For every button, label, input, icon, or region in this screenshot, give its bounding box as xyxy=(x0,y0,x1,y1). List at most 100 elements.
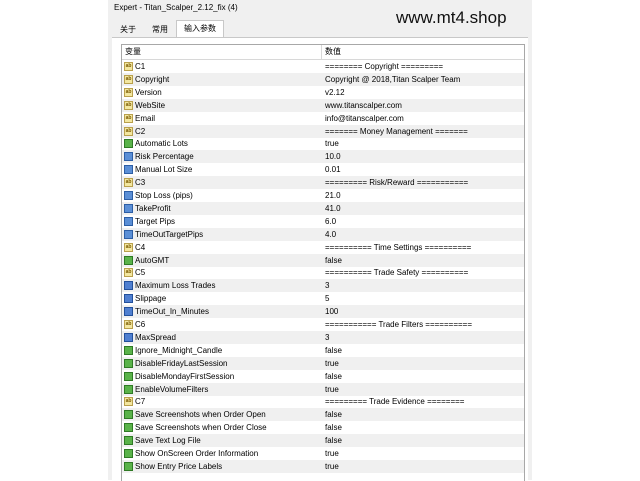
table-row[interactable]: TimeOut_In_Minutes 100 xyxy=(122,305,524,319)
table-row[interactable]: Slippage 5 xyxy=(122,292,524,305)
table-row[interactable]: Save Screenshots when Order Open false xyxy=(122,408,524,422)
string-icon: ab xyxy=(124,100,133,110)
table-row[interactable]: DisableMondayFirstSession false xyxy=(122,370,524,383)
parameter-name: Show OnScreen Order Information xyxy=(135,449,259,458)
tab-inputs[interactable]: 输入参数 xyxy=(176,20,224,38)
table-row[interactable]: Automatic Lots true xyxy=(122,137,524,150)
parameter-value[interactable]: 4.0 xyxy=(325,228,336,241)
table-row[interactable]: ab C4 ========== Time Settings ========== xyxy=(122,241,524,254)
parameter-name: TakeProfit xyxy=(135,203,171,213)
table-row[interactable]: Ignore_Midnight_Candle false xyxy=(122,344,524,357)
parameter-value[interactable]: Copyright @ 2018,Titan Scalper Team xyxy=(325,73,460,86)
table-row[interactable]: TakeProfit 41.0 xyxy=(122,201,524,215)
table-row[interactable]: Save Text Log File false xyxy=(122,434,524,448)
parameter-value[interactable]: 21.0 xyxy=(325,189,341,202)
parameter-value[interactable]: false xyxy=(325,344,342,357)
parameter-name: Risk Percentage xyxy=(135,152,194,162)
parameter-name: TimeOut_In_Minutes xyxy=(135,307,209,317)
parameter-value[interactable]: info@titanscalper.com xyxy=(325,112,404,125)
int-icon xyxy=(124,307,133,317)
table-row[interactable]: Stop Loss (pips) 21.0 xyxy=(122,189,524,202)
parameter-value[interactable]: ========== Trade Safety ========== xyxy=(325,266,468,279)
parameter-value[interactable]: ======= Money Management ======= xyxy=(325,125,468,138)
string-icon: ab xyxy=(124,126,133,136)
tab-about[interactable]: 关于 xyxy=(112,22,144,38)
string-icon: ab xyxy=(124,320,133,329)
table-row[interactable]: Save Screenshots when Order Close false xyxy=(122,421,524,434)
table-row[interactable]: TimeOutTargetPips 4.0 xyxy=(122,227,524,241)
table-row[interactable]: ab C5 ========== Trade Safety ========== xyxy=(122,266,524,279)
parameter-value[interactable]: www.titanscalper.com xyxy=(325,99,402,112)
table-row[interactable]: Manual Lot Size 0.01 xyxy=(122,163,524,176)
parameter-value[interactable]: 3 xyxy=(325,331,329,344)
parameter-value[interactable]: 10.0 xyxy=(325,150,341,163)
parameter-value[interactable]: true xyxy=(325,447,339,460)
bool-icon xyxy=(124,384,133,394)
double-icon xyxy=(124,216,133,226)
string-icon: ab xyxy=(124,62,133,71)
table-row[interactable]: Show Entry Price Labels true xyxy=(122,459,524,473)
parameter-value[interactable]: 0.01 xyxy=(325,163,341,176)
table-row[interactable]: MaxSpread 3 xyxy=(122,330,524,344)
table-row[interactable]: Risk Percentage 10.0 xyxy=(122,150,524,164)
table-row[interactable]: Target Pips 6.0 xyxy=(122,215,524,228)
parameter-name: Automatic Lots xyxy=(135,139,188,149)
bool-icon xyxy=(124,461,133,471)
string-icon: ab xyxy=(124,397,133,407)
table-row[interactable]: Maximum Loss Trades 3 xyxy=(122,279,524,293)
table-row[interactable]: Show OnScreen Order Information true xyxy=(122,447,524,460)
parameter-name: C1 xyxy=(135,62,146,71)
parameter-name: C7 xyxy=(135,397,146,407)
parameter-value[interactable]: true xyxy=(325,137,339,150)
parameter-value[interactable]: false xyxy=(325,370,342,383)
parameter-name: Maximum Loss Trades xyxy=(135,281,216,291)
table-row[interactable]: ab C1 ======== Copyright ========= xyxy=(122,60,524,73)
parameter-name: C3 xyxy=(135,178,146,188)
parameter-name: Stop Loss (pips) xyxy=(135,191,193,200)
parameter-value[interactable]: ======== Copyright ========= xyxy=(325,60,443,73)
parameter-value[interactable]: true xyxy=(325,383,339,396)
table-row[interactable]: ab C3 ========= Risk/Reward =========== xyxy=(122,176,524,190)
parameter-name: Copyright xyxy=(135,74,170,84)
table-row[interactable]: ab Email info@titanscalper.com xyxy=(122,112,524,125)
parameter-value[interactable]: true xyxy=(325,357,339,370)
parameter-value[interactable]: true xyxy=(325,460,339,473)
parameter-value[interactable]: false xyxy=(325,434,342,447)
parameter-value[interactable]: false xyxy=(325,421,342,434)
parameter-value[interactable]: 5 xyxy=(325,292,329,305)
parameter-value[interactable]: ========== Time Settings ========== xyxy=(325,241,471,254)
tab-common[interactable]: 常用 xyxy=(144,22,176,38)
parameter-value[interactable]: ========= Risk/Reward =========== xyxy=(325,176,468,189)
table-row[interactable]: ab Copyright Copyright @ 2018,Titan Scalpe… xyxy=(122,72,524,86)
parameter-value[interactable]: false xyxy=(325,408,342,421)
table-row[interactable]: AutoGMT false xyxy=(122,253,524,267)
parameter-value[interactable]: 100 xyxy=(325,305,338,318)
parameter-name: Save Screenshots when Order Close xyxy=(135,423,267,433)
string-icon: ab xyxy=(124,178,133,188)
parameter-value[interactable]: 6.0 xyxy=(325,215,336,228)
table-row[interactable]: ab Version v2.12 xyxy=(122,86,524,99)
bool-icon xyxy=(124,255,133,265)
column-divider[interactable] xyxy=(321,45,322,59)
parameter-name: C2 xyxy=(135,126,146,136)
table-row[interactable]: DisableFridayLastSession true xyxy=(122,356,524,370)
inputs-table: 变量 数值 ab C1 ======== Copyright ========= ab… xyxy=(121,44,525,481)
parameter-value[interactable]: ========= Trade Evidence ======== xyxy=(325,395,464,408)
parameter-name: Email xyxy=(135,113,156,123)
parameter-value[interactable]: =========== Trade Filters ========== xyxy=(325,318,472,331)
table-row[interactable]: ab C7 ========= Trade Evidence ======== xyxy=(122,395,524,408)
table-row[interactable]: ab WebSite www.titanscalper.com xyxy=(122,98,524,112)
table-row[interactable]: EnableVolumeFilters true xyxy=(122,382,524,396)
table-row[interactable]: ab C6 =========== Trade Filters ========== xyxy=(122,318,524,331)
int-icon xyxy=(124,332,133,342)
parameter-name: Slippage xyxy=(135,294,167,304)
parameter-value[interactable]: 41.0 xyxy=(325,202,341,215)
parameter-value[interactable]: 3 xyxy=(325,279,329,292)
column-header-value[interactable]: 数值 xyxy=(325,45,341,59)
bool-icon xyxy=(124,449,133,458)
parameter-value[interactable]: false xyxy=(325,254,342,267)
column-header-variable[interactable]: 变量 xyxy=(125,45,141,59)
parameter-name: DisableFridayLastSession xyxy=(135,358,228,368)
table-row[interactable]: ab C2 ======= Money Management ======= xyxy=(122,124,524,138)
parameter-value[interactable]: v2.12 xyxy=(325,86,345,99)
